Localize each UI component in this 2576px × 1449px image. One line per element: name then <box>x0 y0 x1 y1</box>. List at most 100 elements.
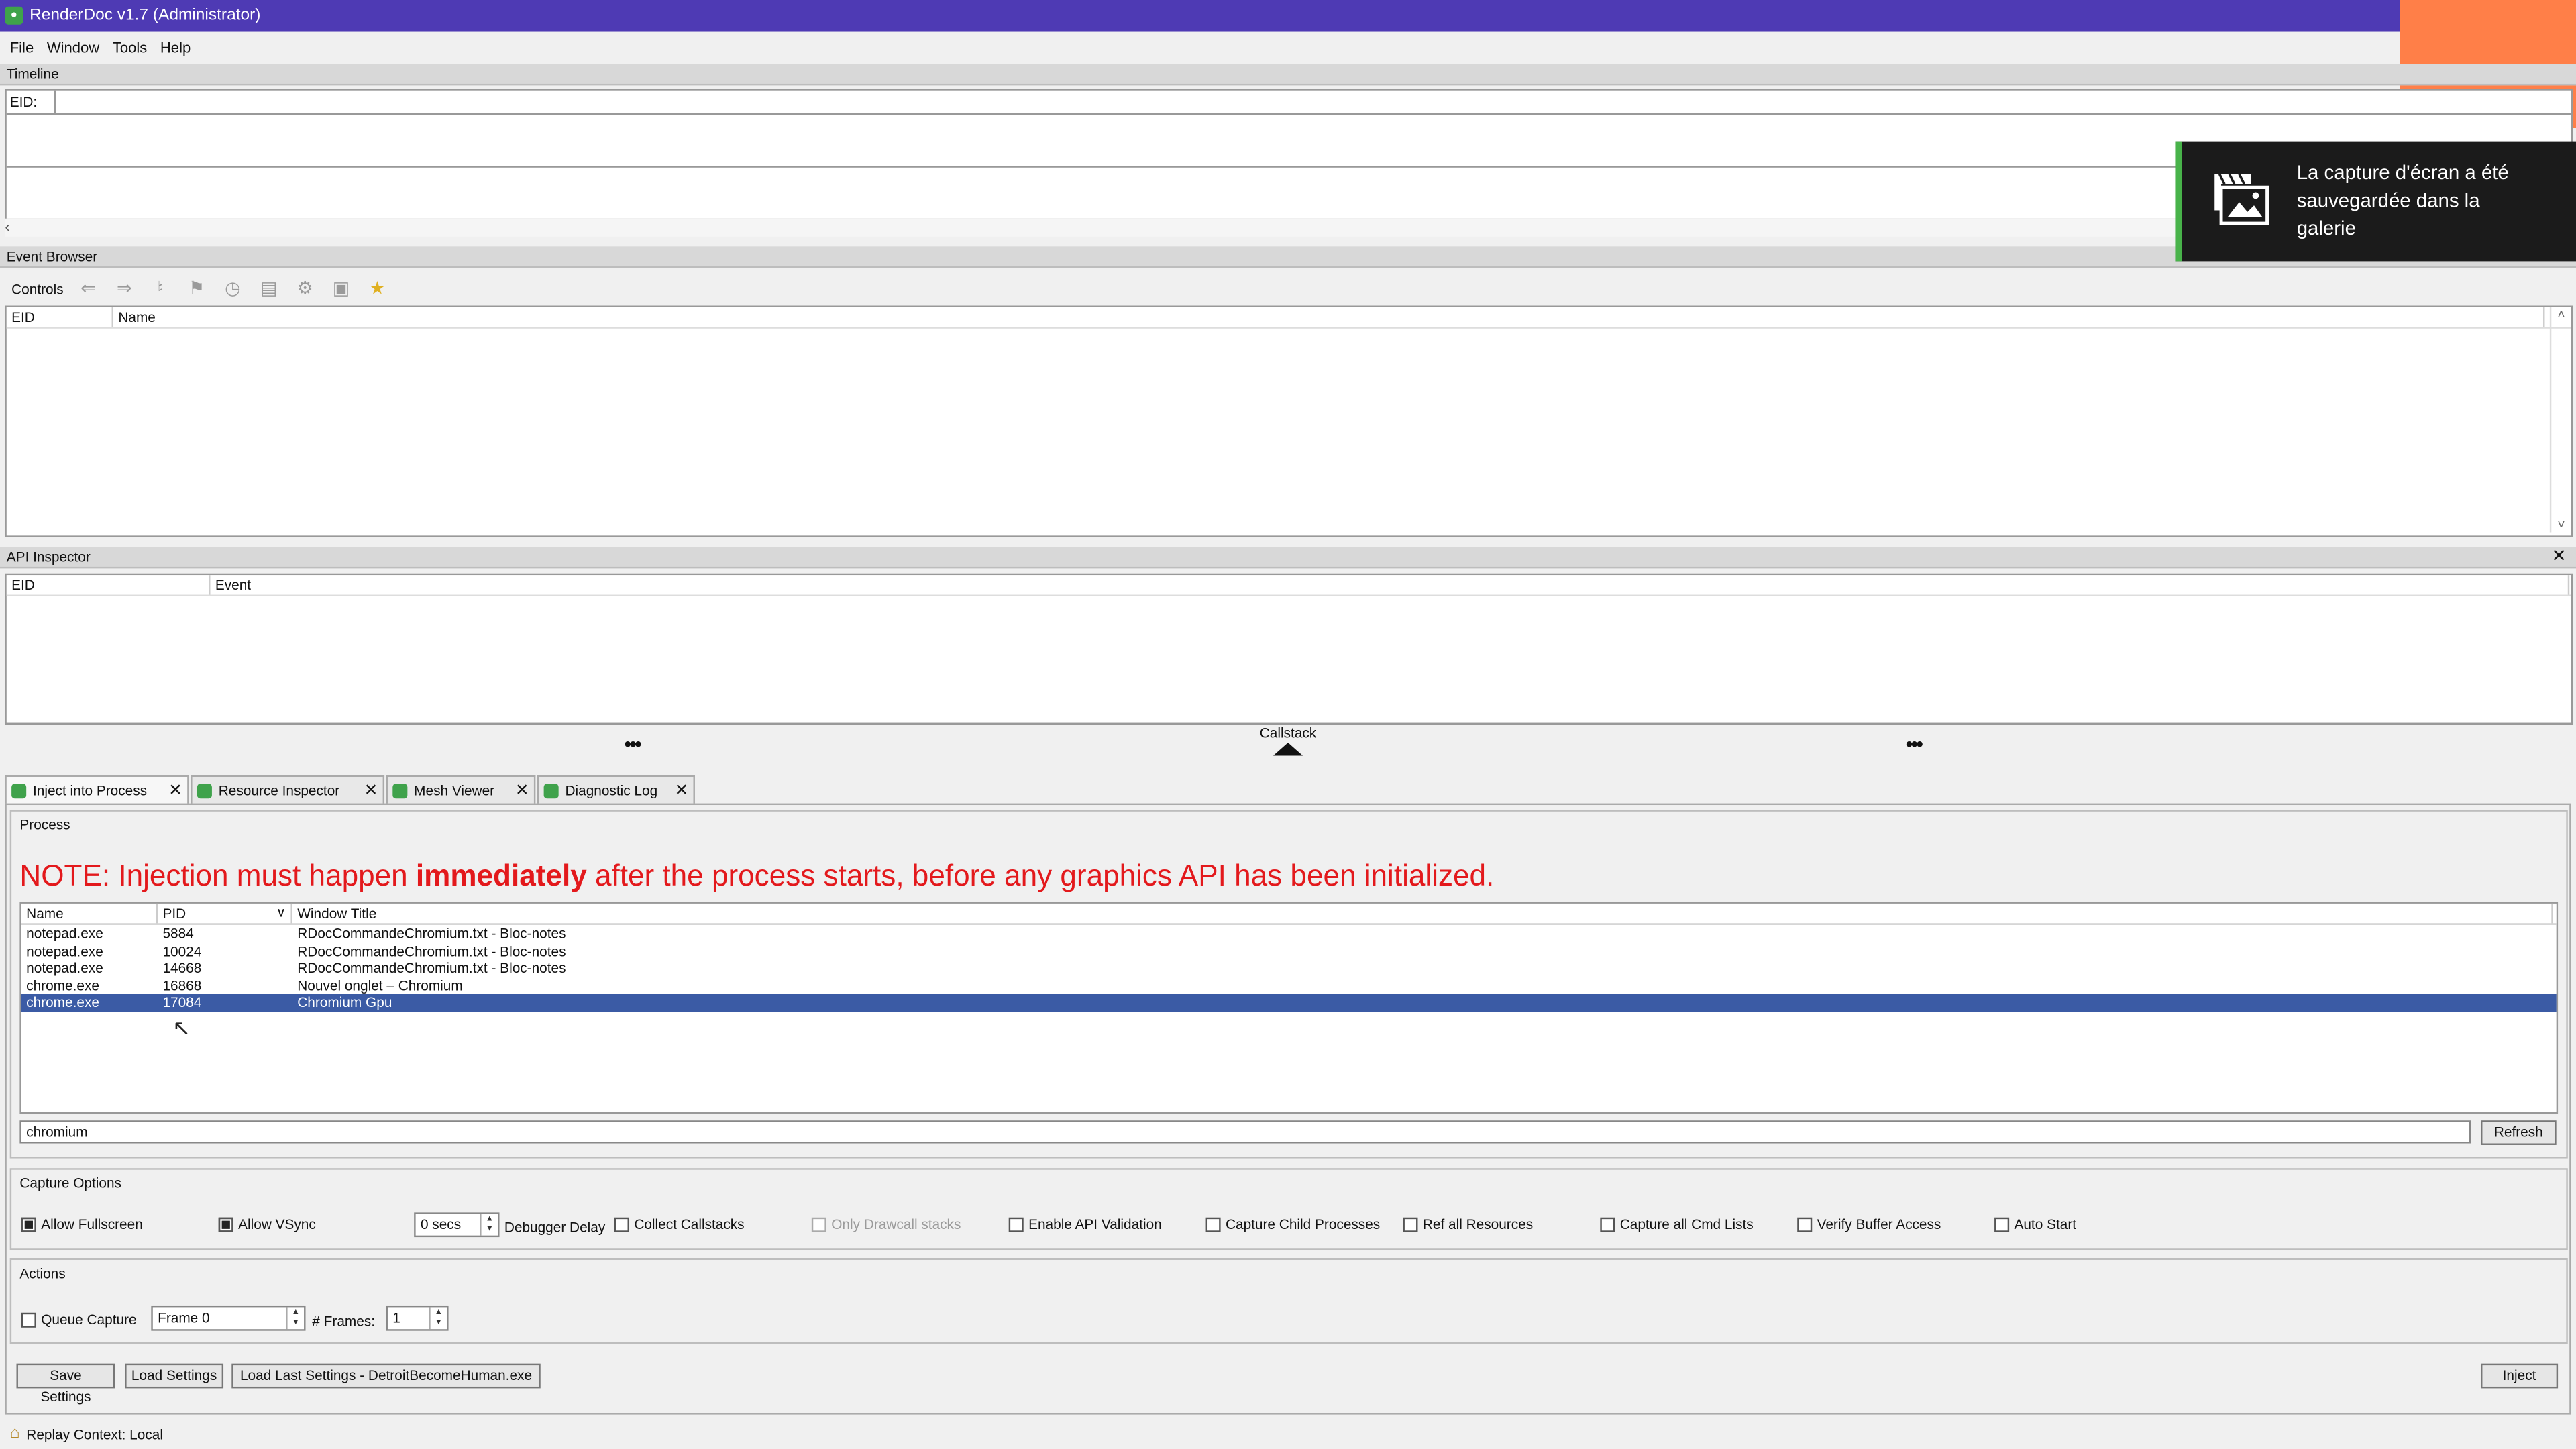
injection-note: NOTE: Injection must happen immediately … <box>19 859 1494 894</box>
menu-help[interactable]: Help <box>160 40 191 56</box>
binoculars-icon[interactable]: ♮ <box>149 278 172 298</box>
renderdoc-app-icon: ● <box>5 6 23 25</box>
sort-chevron-icon: ∨ <box>276 905 286 920</box>
expand-arrow-icon[interactable] <box>1273 742 1303 756</box>
settings-icon[interactable]: ⚙ <box>294 278 317 298</box>
capture-child-processes-checkbox[interactable]: Capture Child Processes <box>1205 1216 1380 1232</box>
cell-window-title: RDocCommandeChromium.txt - Bloc-notes <box>297 924 566 942</box>
allow-fullscreen-checkbox[interactable]: Allow Fullscreen <box>21 1216 143 1232</box>
refresh-button[interactable]: Refresh <box>2480 1120 2557 1145</box>
checkbox-box <box>21 1311 36 1327</box>
menu-bar: File Window Tools Help <box>0 34 2576 60</box>
capture-all-cmd-lists-checkbox[interactable]: Capture all Cmd Lists <box>1600 1216 1754 1232</box>
cell-name: chrome.exe <box>26 994 99 1011</box>
queue-capture-checkbox[interactable]: Queue Capture <box>21 1311 137 1328</box>
menu-file[interactable]: File <box>10 40 34 56</box>
checkbox-box <box>811 1216 826 1232</box>
notification-text: La capture d'écran a été sauvegardée dan… <box>2296 161 2509 240</box>
column-name[interactable]: Name <box>21 903 158 924</box>
process-list[interactable]: Name PID ∨ Window Title notepad.exe 5884… <box>19 902 2559 1114</box>
column-pid[interactable]: PID ∨ <box>158 903 292 924</box>
menu-tools[interactable]: Tools <box>113 40 147 56</box>
cell-window-title: Chromium Gpu <box>297 994 392 1011</box>
column-event[interactable]: Event <box>210 575 2570 595</box>
save-settings-button[interactable]: Save Settings <box>16 1363 115 1405</box>
bookmark-flag-icon[interactable]: ⚑ <box>185 278 208 298</box>
stepper-arrows-icon[interactable]: ▲ ▼ <box>480 1214 498 1236</box>
frames-label: # Frames: <box>312 1312 376 1330</box>
cell-name: chrome.exe <box>26 976 99 994</box>
home-icon: ⌂ <box>9 1424 20 1443</box>
checkbox-box <box>614 1216 629 1232</box>
scroll-down-icon[interactable]: ˅ <box>2551 517 2571 532</box>
column-name[interactable]: Name <box>113 307 2545 327</box>
collect-callstacks-checkbox[interactable]: Collect Callstacks <box>614 1216 745 1232</box>
column-eid[interactable]: EID <box>7 307 113 327</box>
checkbox-box <box>218 1216 233 1232</box>
cell-window-title: RDocCommandeChromium.txt - Bloc-notes <box>297 959 566 976</box>
splitter-handle-left[interactable]: ••• <box>625 733 642 755</box>
callstack-label[interactable]: Callstack <box>1216 724 1360 741</box>
load-settings-button[interactable]: Load Settings <box>125 1363 224 1389</box>
load-last-settings-button[interactable]: Load Last Settings - DetroitBecomeHuman.… <box>231 1363 541 1389</box>
note-bold: immediately <box>415 859 587 892</box>
verify-buffer-access-checkbox[interactable]: Verify Buffer Access <box>1797 1216 1941 1232</box>
highlight-icon[interactable]: ★ <box>366 278 388 298</box>
close-icon[interactable]: ✕ <box>505 781 529 799</box>
tab-diagnostic-log[interactable]: Diagnostic Log ✕ <box>537 775 695 804</box>
event-list-scrollbar[interactable]: ˄ ˅ <box>2549 307 2571 533</box>
back-arrow-icon[interactable]: ⇐ <box>76 278 99 298</box>
close-icon[interactable]: ✕ <box>665 781 689 799</box>
close-icon[interactable]: ✕ <box>159 781 182 799</box>
checkbox-box <box>1403 1216 1418 1232</box>
tab-mesh-viewer[interactable]: Mesh Viewer ✕ <box>386 775 536 804</box>
column-window-title[interactable]: Window Title <box>292 903 2553 924</box>
event-browser-toolbar: Controls ⇐ ⇒ ♮ ⚑ ◷ ▤ ⚙ ▣ ★ <box>5 274 2569 303</box>
scroll-up-icon[interactable]: ˄ <box>2551 307 2571 322</box>
forward-arrow-icon[interactable]: ⇒ <box>113 278 136 298</box>
window-titlebar: ● RenderDoc v1.7 (Administrator) <box>0 0 2576 32</box>
num-frames-stepper[interactable]: 1 ▲ ▼ <box>386 1305 449 1331</box>
note-text: NOTE: Injection must happen <box>19 859 416 892</box>
api-event-list[interactable]: EID Event <box>5 573 2573 725</box>
column-eid[interactable]: EID <box>7 575 211 595</box>
close-icon[interactable]: ✕ <box>2551 547 2567 567</box>
debugger-delay-label: Debugger Delay <box>504 1219 606 1236</box>
table-row[interactable]: notepad.exe 14668 RDocCommandeChromium.t… <box>21 959 2557 977</box>
stepper-arrows-icon[interactable]: ▲ ▼ <box>429 1307 447 1330</box>
menu-window[interactable]: Window <box>47 40 99 56</box>
tab-resource-inspector[interactable]: Resource Inspector ✕ <box>191 775 385 804</box>
frame-value: Frame 0 <box>158 1309 210 1326</box>
ref-all-resources-checkbox[interactable]: Ref all Resources <box>1403 1216 1533 1232</box>
process-filter-input[interactable]: chromium <box>19 1120 2471 1144</box>
enable-api-validation-checkbox[interactable]: Enable API Validation <box>1008 1216 1162 1232</box>
screenshot-notification[interactable]: La capture d'écran a été sauvegardée dan… <box>2175 141 2576 262</box>
table-row[interactable]: notepad.exe 10024 RDocCommandeChromium.t… <box>21 943 2557 960</box>
table-row[interactable]: chrome.exe 16868 Nouvel onglet – Chromiu… <box>21 977 2557 994</box>
splitter-handle-right[interactable]: ••• <box>1906 733 1923 755</box>
tab-label: Resource Inspector <box>218 782 340 799</box>
inject-button[interactable]: Inject <box>2480 1363 2559 1389</box>
stepper-arrows-icon[interactable]: ▲ ▼ <box>286 1307 304 1330</box>
table-row-selected[interactable]: chrome.exe 17084 Chromium Gpu <box>21 994 2557 1012</box>
cell-name: notepad.exe <box>26 942 103 959</box>
auto-start-checkbox[interactable]: Auto Start <box>1994 1216 2076 1232</box>
table-row[interactable]: notepad.exe 5884 RDocCommandeChromium.tx… <box>21 925 2557 943</box>
checkbox-label: Allow Fullscreen <box>41 1216 143 1232</box>
close-icon[interactable]: ✕ <box>354 781 378 799</box>
cell-pid: 5884 <box>162 924 194 942</box>
export-icon[interactable]: ▤ <box>258 278 280 298</box>
clock-icon[interactable]: ◷ <box>221 278 244 298</box>
tab-label: Mesh Viewer <box>414 782 495 799</box>
tab-inject-into-process[interactable]: Inject into Process ✕ <box>5 775 189 804</box>
mouse-cursor-icon: ↖ <box>172 1015 191 1040</box>
save-icon[interactable]: ▣ <box>329 278 352 298</box>
status-bar: ⌂ Replay Context: Local <box>0 1417 2576 1449</box>
checkbox-box <box>1994 1216 2010 1232</box>
debugger-delay-stepper[interactable]: 0 secs ▲ ▼ <box>414 1212 500 1238</box>
allow-vsync-checkbox[interactable]: Allow VSync <box>218 1216 316 1232</box>
tab-label: Diagnostic Log <box>565 782 658 799</box>
event-list[interactable]: EID Name ˄ ˅ <box>5 305 2573 537</box>
process-group-title: Process <box>19 816 70 833</box>
capture-frame-stepper[interactable]: Frame 0 ▲ ▼ <box>151 1305 306 1331</box>
